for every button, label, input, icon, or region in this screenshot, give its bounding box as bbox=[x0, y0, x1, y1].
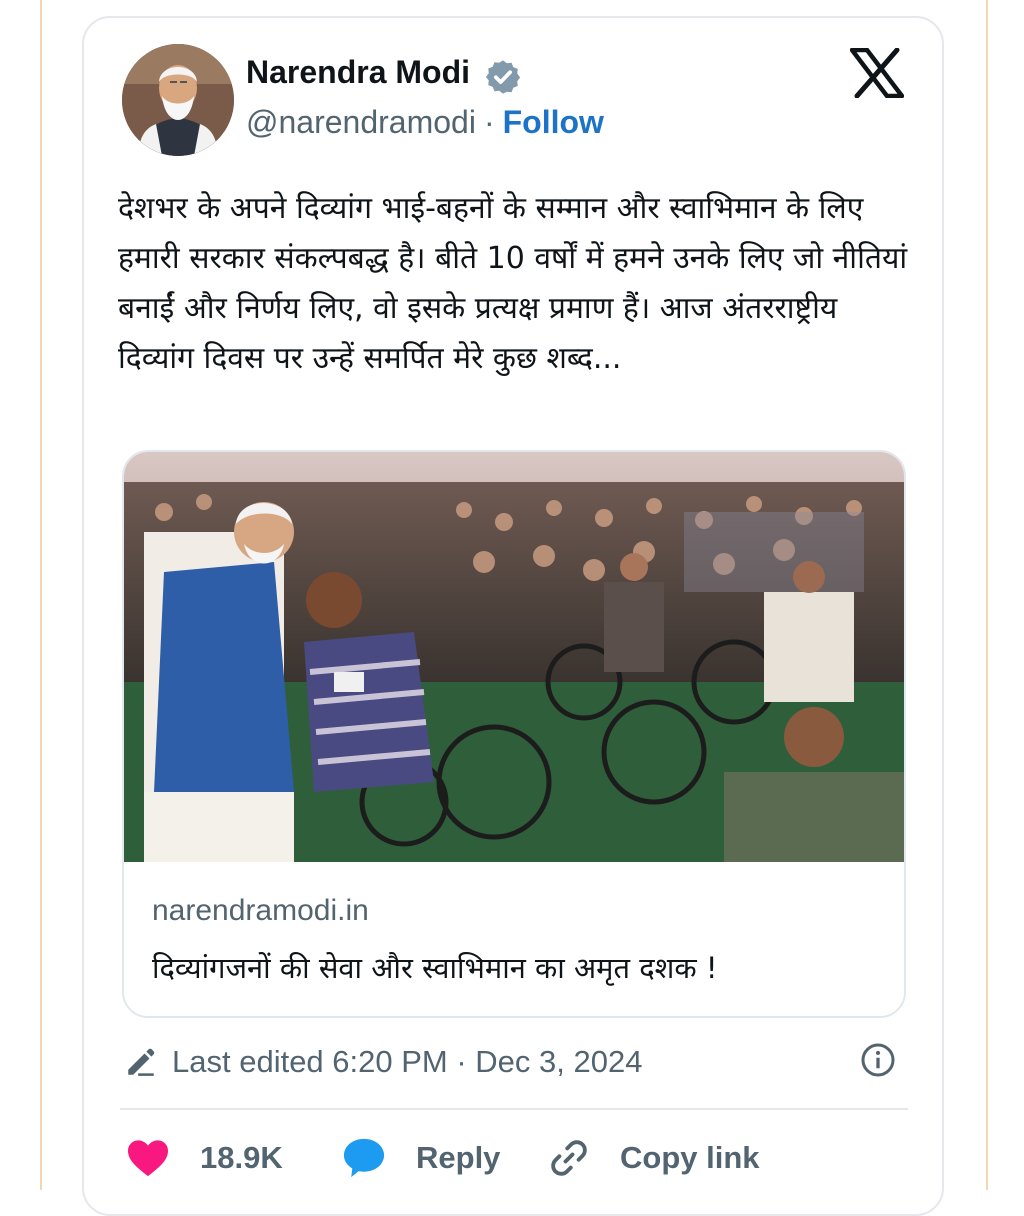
link-domain: narendramodi.in bbox=[152, 894, 369, 927]
link-title: दिव्यांगजनों की सेवा और स्वाभिमान का अमृ… bbox=[152, 951, 718, 985]
copy-link-button[interactable]: Copy link bbox=[548, 1132, 760, 1184]
like-button[interactable]: 18.9K bbox=[126, 1132, 283, 1184]
reply-button[interactable]: Reply bbox=[342, 1132, 500, 1184]
x-logo-icon[interactable] bbox=[850, 48, 904, 98]
link-preview-card[interactable]: narendramodi.in दिव्यांगजनों की सेवा और … bbox=[122, 450, 906, 1018]
link-preview-image bbox=[124, 452, 904, 862]
divider bbox=[120, 1108, 908, 1110]
verified-badge-icon bbox=[485, 60, 521, 94]
likes-count: 18.9K bbox=[200, 1140, 283, 1175]
follow-button[interactable]: Follow bbox=[503, 104, 604, 140]
copy-link-label: Copy link bbox=[620, 1140, 760, 1175]
handle-row: @narendramodi · Follow bbox=[246, 104, 604, 141]
avatar-image bbox=[122, 44, 234, 156]
separator-dot: · bbox=[483, 104, 495, 140]
author-name[interactable]: Narendra Modi bbox=[246, 54, 470, 91]
last-edited-text: Last edited 6:20 PM · Dec 3, 2024 bbox=[172, 1044, 643, 1079]
info-icon[interactable] bbox=[860, 1042, 896, 1078]
heart-icon bbox=[128, 1140, 168, 1177]
reply-bubble-icon bbox=[343, 1138, 385, 1178]
link-icon bbox=[551, 1140, 587, 1176]
avatar[interactable] bbox=[122, 44, 234, 156]
last-edited-row[interactable]: Last edited 6:20 PM · Dec 3, 2024 bbox=[124, 1040, 642, 1084]
reply-label: Reply bbox=[416, 1140, 501, 1175]
tweet-text: देशभर के अपने दिव्यांग भाई-बहनों के सम्म… bbox=[118, 191, 908, 376]
edit-pencil-icon bbox=[128, 1048, 155, 1076]
author-handle[interactable]: @narendramodi bbox=[246, 104, 476, 140]
